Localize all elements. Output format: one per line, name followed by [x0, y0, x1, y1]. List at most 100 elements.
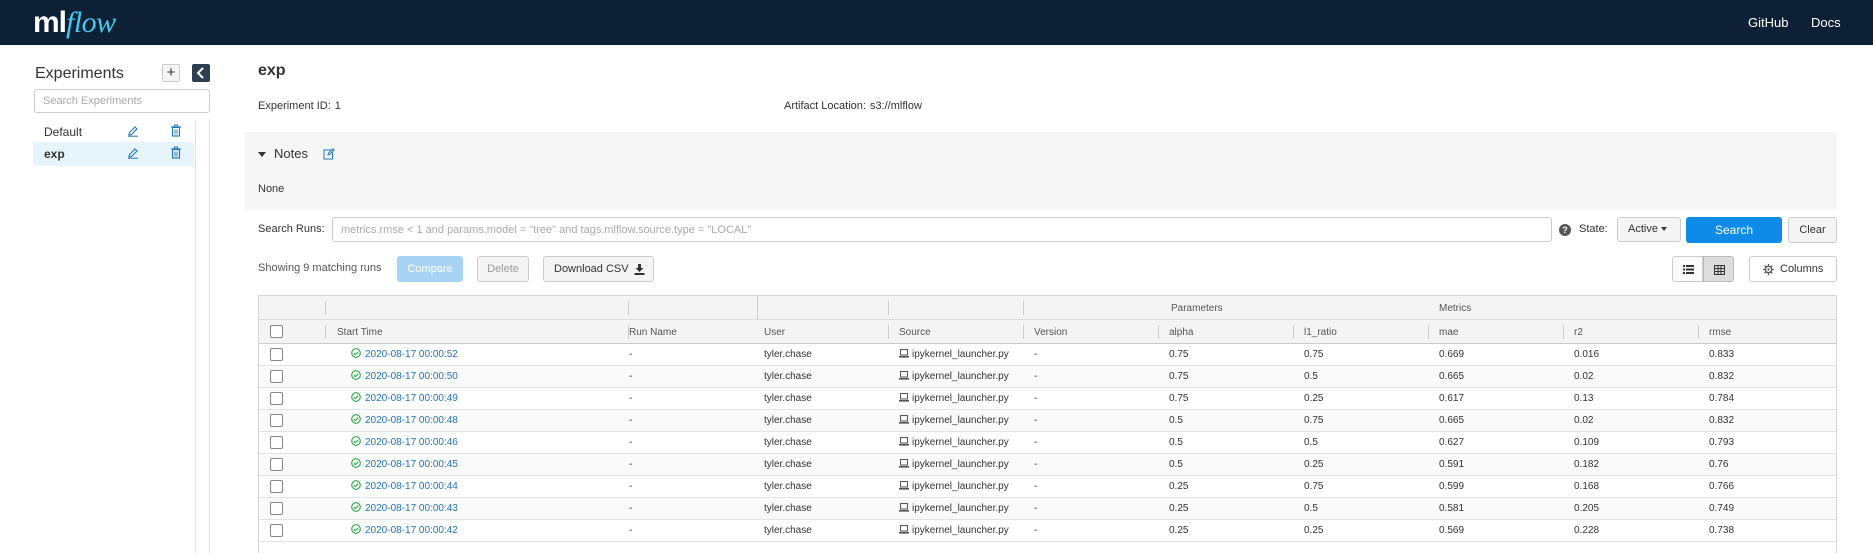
state-dropdown[interactable]: Active — [1617, 217, 1681, 242]
cell-source[interactable]: ipykernel_launcher.py — [899, 393, 1009, 404]
cell-alpha: 0.25 — [1169, 503, 1189, 514]
cell-version: - — [1034, 503, 1038, 514]
success-check-icon — [351, 480, 361, 490]
cell-source[interactable]: ipykernel_launcher.py — [899, 415, 1009, 426]
run-start-time-link[interactable]: 2020-08-17 00:00:52 — [365, 349, 458, 360]
search-runs-input[interactable] — [332, 217, 1552, 242]
gear-icon — [1763, 264, 1774, 275]
cell-mae: 0.569 — [1439, 525, 1465, 536]
column-header-mae[interactable]: mae — [1439, 327, 1458, 338]
run-start-time-link[interactable]: 2020-08-17 00:00:42 — [365, 525, 458, 536]
run-start-time-link[interactable]: 2020-08-17 00:00:45 — [365, 459, 458, 470]
run-start-time-link[interactable]: 2020-08-17 00:00:44 — [365, 481, 458, 492]
column-header-r2[interactable]: r2 — [1574, 327, 1583, 338]
mlflow-logo[interactable]: ml flow — [33, 6, 116, 40]
table-row[interactable]: 2020-08-17 00:00:50 - tyler.chase ipykernel… — [259, 366, 1836, 388]
caret-down-icon[interactable] — [258, 152, 266, 157]
cell-r2: 0.168 — [1574, 481, 1600, 492]
list-view-toggle[interactable] — [1672, 256, 1703, 282]
edit-icon[interactable] — [127, 147, 139, 159]
download-csv-button[interactable]: Download CSV — [543, 256, 654, 282]
search-experiments-input[interactable] — [34, 89, 210, 113]
row-checkbox[interactable] — [270, 414, 283, 427]
table-row[interactable]: 2020-08-17 00:00:43 - tyler.chase ipykernel… — [259, 498, 1836, 520]
edit-notes-icon[interactable] — [323, 148, 335, 160]
table-row[interactable]: 2020-08-17 00:00:45 - tyler.chase ipykernel… — [259, 454, 1836, 476]
cell-version: - — [1034, 459, 1038, 470]
sidebar-item-exp[interactable]: exp — [33, 142, 194, 166]
cell-r2: 0.205 — [1574, 503, 1600, 514]
row-checkbox[interactable] — [270, 458, 283, 471]
cell-source[interactable]: ipykernel_launcher.py — [899, 459, 1009, 470]
delete-button[interactable]: Delete — [477, 256, 529, 282]
cell-rmse: 0.749 — [1709, 503, 1735, 514]
run-start-time-link[interactable]: 2020-08-17 00:00:46 — [365, 437, 458, 448]
trash-icon[interactable] — [170, 124, 182, 137]
clear-button[interactable]: Clear — [1788, 217, 1837, 243]
cell-r2: 0.13 — [1574, 393, 1594, 404]
cell-source[interactable]: ipykernel_launcher.py — [899, 437, 1009, 448]
edit-icon[interactable] — [127, 125, 139, 137]
caret-down-icon — [1660, 227, 1667, 232]
cell-run-name: - — [629, 459, 633, 470]
search-button[interactable]: Search — [1686, 217, 1782, 243]
row-checkbox[interactable] — [270, 392, 283, 405]
row-checkbox[interactable] — [270, 348, 283, 361]
cell-user: tyler.chase — [764, 437, 812, 448]
run-start-time-link[interactable]: 2020-08-17 00:00:49 — [365, 393, 458, 404]
trash-icon[interactable] — [170, 146, 182, 159]
row-checkbox[interactable] — [270, 524, 283, 537]
grid-icon — [1714, 265, 1725, 275]
cell-source[interactable]: ipykernel_launcher.py — [899, 481, 1009, 492]
sidebar-item-default[interactable]: Default — [33, 120, 194, 144]
column-header-start-time[interactable]: Start Time — [337, 327, 383, 338]
column-header-alpha[interactable]: alpha — [1169, 327, 1193, 338]
column-divider — [325, 301, 326, 315]
metrics-group-header: Metrics — [1439, 303, 1472, 314]
select-all-checkbox[interactable] — [270, 325, 283, 338]
cell-version: - — [1034, 393, 1038, 404]
cell-run-name: - — [629, 503, 633, 514]
cell-rmse: 0.793 — [1709, 437, 1735, 448]
column-header-user[interactable]: User — [764, 327, 785, 338]
success-check-icon — [351, 414, 361, 424]
run-start-time-link[interactable]: 2020-08-17 00:00:48 — [365, 415, 458, 426]
column-header-version[interactable]: Version — [1034, 327, 1067, 338]
cell-source[interactable]: ipykernel_launcher.py — [899, 371, 1009, 382]
column-header-l1-ratio[interactable]: l1_ratio — [1304, 327, 1337, 338]
row-checkbox[interactable] — [270, 436, 283, 449]
table-row[interactable]: 2020-08-17 00:00:48 - tyler.chase ipykernel… — [259, 410, 1836, 432]
column-header-source[interactable]: Source — [899, 327, 931, 338]
table-row[interactable]: 2020-08-17 00:00:42 - tyler.chase ipykernel… — [259, 520, 1836, 542]
table-row[interactable]: 2020-08-17 00:00:52 - tyler.chase ipykernel… — [259, 344, 1836, 366]
notes-title[interactable]: Notes — [274, 146, 308, 161]
column-header-run-name[interactable]: Run Name — [629, 327, 677, 338]
state-value: Active — [1628, 223, 1658, 235]
docs-link[interactable]: Docs — [1811, 15, 1841, 30]
table-view-toggle[interactable] — [1703, 256, 1734, 282]
laptop-icon — [899, 415, 909, 424]
add-experiment-button[interactable]: + — [162, 64, 180, 82]
run-start-time-link[interactable]: 2020-08-17 00:00:43 — [365, 503, 458, 514]
table-row[interactable]: 2020-08-17 00:00:49 - tyler.chase ipykernel… — [259, 388, 1836, 410]
table-row[interactable]: 2020-08-17 00:00:46 - tyler.chase ipykernel… — [259, 432, 1836, 454]
row-checkbox[interactable] — [270, 370, 283, 383]
run-start-time-link[interactable]: 2020-08-17 00:00:50 — [365, 371, 458, 382]
github-link[interactable]: GitHub — [1748, 15, 1788, 30]
columns-button[interactable]: Columns — [1749, 256, 1837, 282]
laptop-icon — [899, 481, 909, 490]
compare-button[interactable]: Compare — [397, 256, 463, 282]
help-icon[interactable]: ? — [1559, 224, 1571, 236]
table-row[interactable]: 2020-08-17 00:00:44 - tyler.chase ipykernel… — [259, 476, 1836, 498]
cell-source[interactable]: ipykernel_launcher.py — [899, 503, 1009, 514]
cell-run-name: - — [629, 437, 633, 448]
collapse-sidebar-button[interactable] — [192, 64, 210, 82]
row-checkbox[interactable] — [270, 502, 283, 515]
column-divider — [1023, 325, 1024, 339]
cell-source[interactable]: ipykernel_launcher.py — [899, 349, 1009, 360]
column-header-rmse[interactable]: rmse — [1709, 327, 1731, 338]
cell-run-name: - — [629, 393, 633, 404]
sidebar-resize-handle[interactable] — [209, 120, 210, 553]
cell-source[interactable]: ipykernel_launcher.py — [899, 525, 1009, 536]
row-checkbox[interactable] — [270, 480, 283, 493]
